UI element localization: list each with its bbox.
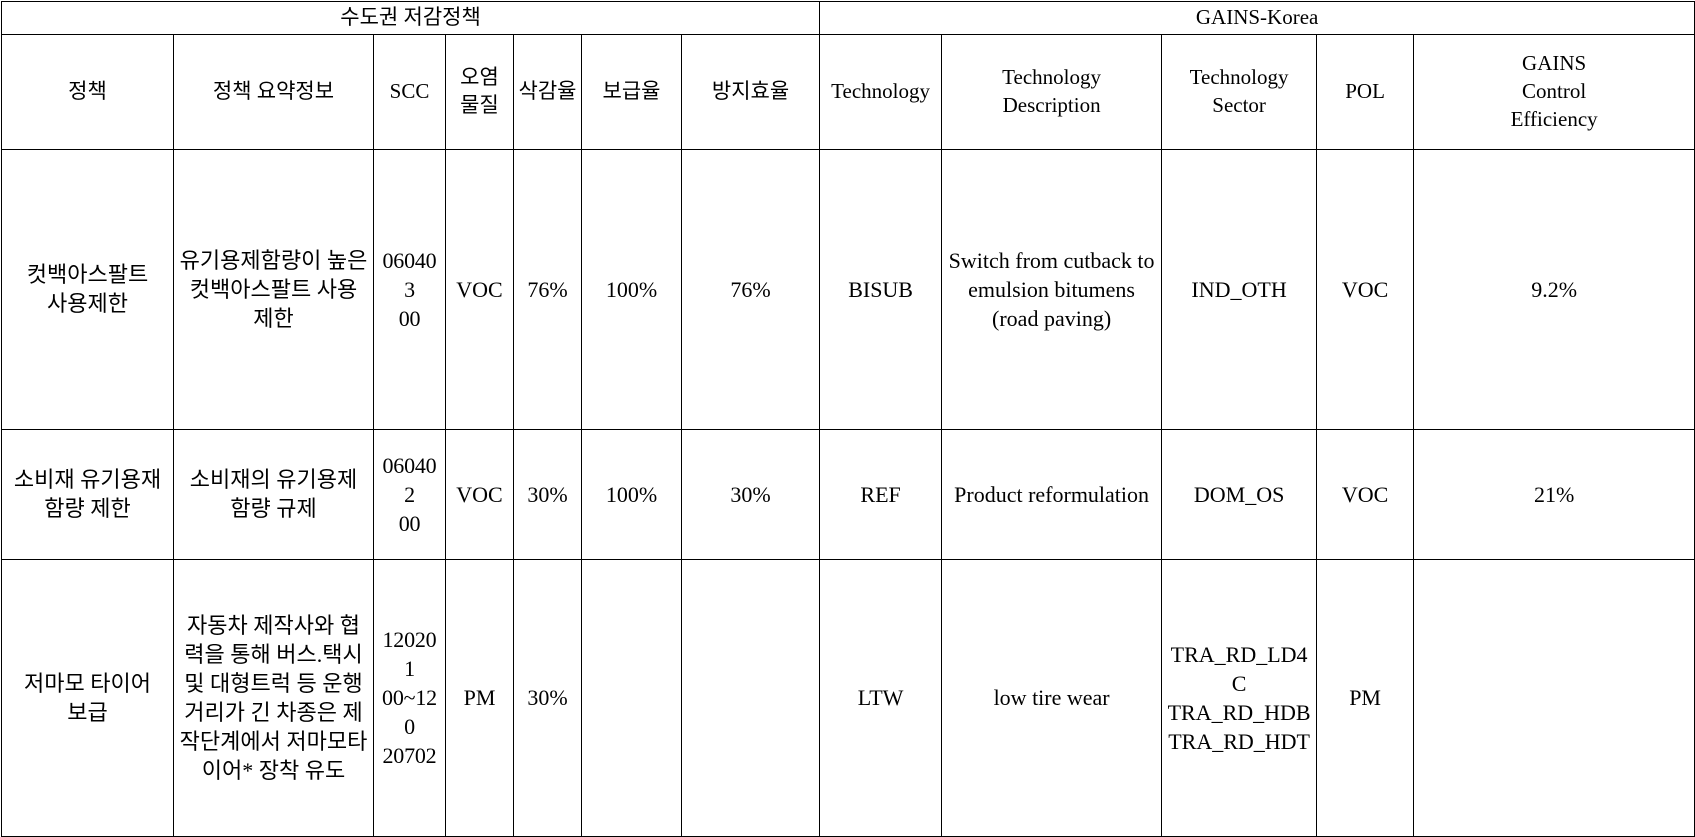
cell-gains-control-efficiency: 21% — [1413, 428, 1695, 560]
column-header-pol: POL — [1316, 33, 1415, 150]
cell-technology-sector: DOM_OS — [1161, 428, 1318, 560]
cell-technology-description: low tire wear — [941, 558, 1163, 837]
cell-policy: 소비재 유기용재 함량 제한 — [1, 428, 174, 560]
table-row: 컷백아스팔트 사용제한 유기용제함량이 높은 컷백아스팔트 사용 제한 0604… — [1, 148, 1695, 430]
cell-pol: VOC — [1316, 148, 1415, 430]
cell-gains-control-efficiency — [1413, 558, 1695, 837]
cell-prevention-efficiency: 76% — [680, 148, 821, 430]
cell-prevention-efficiency — [680, 558, 821, 837]
cell-policy: 저마모 타이어 보급 — [1, 558, 174, 837]
group-header-domestic-policy: 수도권 저감정책 — [0, 1, 821, 35]
cell-technology: REF — [819, 428, 943, 560]
cell-pol: PM — [1316, 558, 1415, 837]
cell-technology: LTW — [819, 558, 943, 837]
cell-scc: 060402 00 — [373, 428, 446, 560]
cell-policy-summary: 소비재의 유기용제 함량 규제 — [173, 428, 374, 560]
column-header-reduction-rate: 삭감율 — [513, 33, 582, 150]
cell-reduction-rate: 30% — [513, 558, 582, 837]
table-row: 저마모 타이어 보급 자동차 제작사와 협력을 통해 버스.택시 및 대형트럭 … — [1, 558, 1695, 837]
cell-supply-rate — [581, 558, 682, 837]
column-header-supply-rate: 보급율 — [581, 33, 682, 150]
cell-technology-sector: TRA_RD_LD4C TRA_RD_HDB TRA_RD_HDT — [1161, 558, 1318, 837]
cell-technology-description: Switch from cutback to emulsion bitumens… — [941, 148, 1163, 430]
column-header-policy: 정책 — [1, 33, 174, 150]
column-header-scc: SCC — [373, 33, 446, 150]
cell-pol: VOC — [1316, 428, 1415, 560]
cell-prevention-efficiency: 30% — [680, 428, 821, 560]
column-header-prevention-efficiency: 방지효율 — [680, 33, 821, 150]
cell-reduction-rate: 76% — [513, 148, 582, 430]
group-header-gains-korea: GAINS-Korea — [819, 1, 1695, 35]
table-sheet: 수도권 저감정책 GAINS-Korea 정책 정책 요약정보 SCC 오염 물… — [0, 1, 1695, 837]
column-header-policy-summary: 정책 요약정보 — [173, 33, 374, 150]
column-header-technology: Technology — [819, 33, 943, 150]
cell-pollutant: PM — [445, 558, 514, 837]
cell-policy-summary: 자동차 제작사와 협력을 통해 버스.택시 및 대형트럭 등 운행거리가 긴 차… — [173, 558, 374, 837]
cell-pollutant: VOC — [445, 148, 514, 430]
cell-policy-summary: 유기용제함량이 높은 컷백아스팔트 사용 제한 — [173, 148, 374, 430]
cell-supply-rate: 100% — [581, 148, 682, 430]
cell-policy: 컷백아스팔트 사용제한 — [1, 148, 174, 430]
cell-technology: BISUB — [819, 148, 943, 430]
cell-scc: 060403 00 — [373, 148, 446, 430]
column-header-row: 정책 정책 요약정보 SCC 오염 물질 삭감율 보급율 방지효율 Techno… — [1, 33, 1695, 150]
group-header-row: 수도권 저감정책 GAINS-Korea — [0, 1, 1695, 35]
column-header-technology-sector: Technology Sector — [1161, 33, 1318, 150]
cell-pollutant: VOC — [445, 428, 514, 560]
cell-reduction-rate: 30% — [513, 428, 582, 560]
column-header-pollutant: 오염 물질 — [445, 33, 514, 150]
cell-supply-rate: 100% — [581, 428, 682, 560]
table-row: 소비재 유기용재 함량 제한 소비재의 유기용제 함량 규제 060402 00… — [1, 428, 1695, 560]
column-header-technology-description: Technology Description — [941, 33, 1163, 150]
cell-gains-control-efficiency: 9.2% — [1413, 148, 1695, 430]
cell-scc: 120201 00~120 20702 — [373, 558, 446, 837]
cell-technology-description: Product reformulation — [941, 428, 1163, 560]
cell-technology-sector: IND_OTH — [1161, 148, 1318, 430]
column-header-gains-control-efficiency: GAINS Control Efficiency — [1413, 33, 1695, 150]
policy-comparison-table: 수도권 저감정책 GAINS-Korea 정책 정책 요약정보 SCC 오염 물… — [0, 1, 1695, 837]
